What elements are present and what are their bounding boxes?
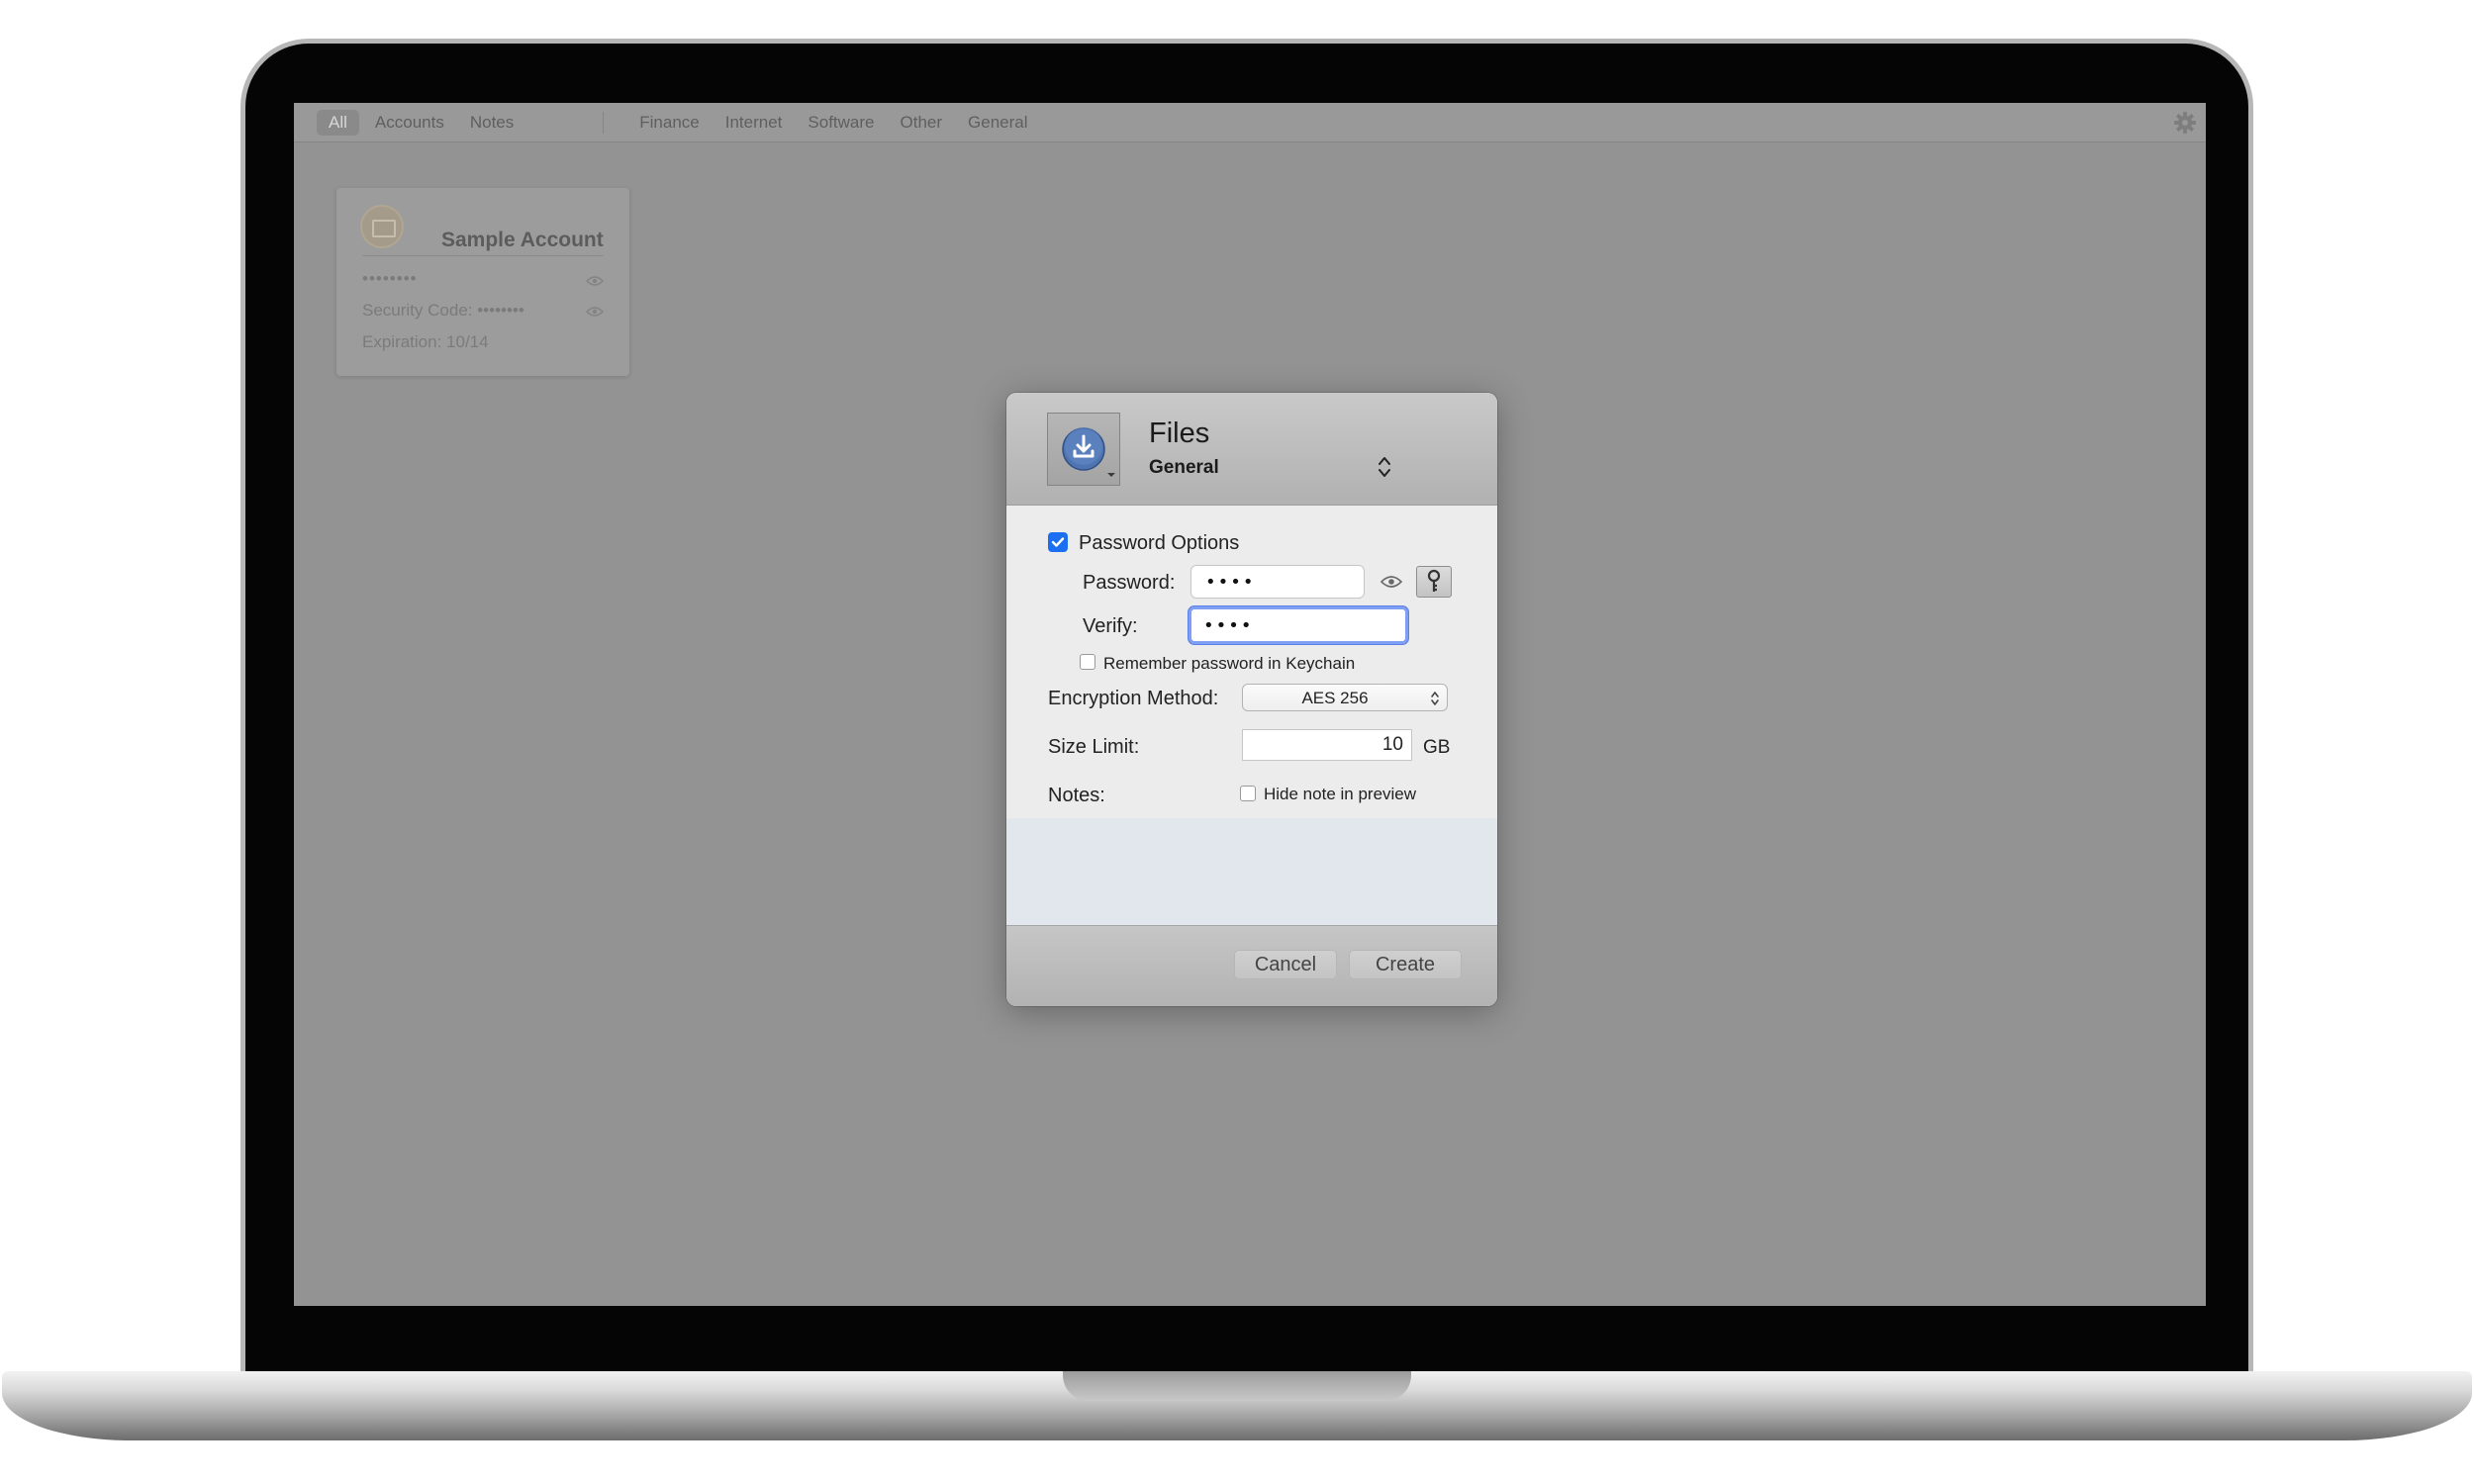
filter-toolbar: All Accounts Notes Finance Internet Soft… xyxy=(294,103,2206,142)
remember-keychain-label: Remember password in Keychain xyxy=(1103,654,1356,673)
encryption-method-value: AES 256 xyxy=(1301,689,1369,707)
gear-icon[interactable] xyxy=(2172,110,2198,136)
cancel-button[interactable]: Cancel xyxy=(1234,950,1337,979)
category-internet[interactable]: Internet xyxy=(715,110,793,136)
category-value: General xyxy=(1149,457,1219,478)
toolbar-divider xyxy=(603,111,605,134)
hide-note-label: Hide note in preview xyxy=(1264,785,1417,803)
card-divider xyxy=(362,255,604,256)
tab-notes[interactable]: Notes xyxy=(460,110,523,136)
eye-icon[interactable] xyxy=(586,306,604,318)
notes-textarea[interactable] xyxy=(1006,818,1497,925)
size-limit-field[interactable] xyxy=(1242,729,1412,761)
app-screen: All Accounts Notes Finance Internet Soft… xyxy=(294,103,2206,1306)
category-other[interactable]: Other xyxy=(891,110,953,136)
hide-note-checkbox[interactable] xyxy=(1240,786,1256,801)
password-options-label: Password Options xyxy=(1079,532,1240,554)
card-title: Sample Account xyxy=(441,229,604,251)
dialog-footer: Cancel Create xyxy=(1006,925,1497,1006)
category-general[interactable]: General xyxy=(958,110,1037,136)
card-masked-number: •••••••• xyxy=(362,269,418,288)
verify-field[interactable] xyxy=(1189,606,1408,644)
dialog-title: Files xyxy=(1149,417,1210,449)
tab-all[interactable]: All xyxy=(317,109,359,136)
size-unit: GB xyxy=(1423,737,1451,758)
new-item-dialog: Files General Password Options Password: xyxy=(1006,393,1497,1006)
card-expiration: Expiration: 10/14 xyxy=(362,332,489,351)
dialog-body: Password Options Password: Verify: Remem… xyxy=(1006,506,1497,818)
encryption-method-select[interactable]: AES 256 xyxy=(1242,684,1448,711)
download-tray-icon[interactable] xyxy=(1047,413,1120,486)
verify-label: Verify: xyxy=(1083,615,1138,637)
eye-icon[interactable] xyxy=(586,275,604,287)
password-options-checkbox[interactable] xyxy=(1048,532,1068,552)
key-icon xyxy=(1427,569,1441,592)
laptop-notch xyxy=(1063,1371,1411,1401)
notes-label: Notes: xyxy=(1048,785,1105,806)
category-finance[interactable]: Finance xyxy=(629,110,709,136)
up-down-arrows-icon xyxy=(1431,692,1439,705)
password-field[interactable] xyxy=(1190,565,1365,599)
record-card[interactable]: Sample Account •••••••• Security Code: •… xyxy=(336,188,629,376)
password-generator-button[interactable] xyxy=(1416,566,1452,598)
create-button[interactable]: Create xyxy=(1349,950,1462,979)
dialog-header: Files General xyxy=(1006,393,1497,506)
card-security-code: Security Code: •••••••• xyxy=(362,301,524,320)
credit-card-icon xyxy=(360,205,404,248)
password-label: Password: xyxy=(1083,572,1176,594)
up-down-arrows-icon xyxy=(1379,457,1390,477)
remember-keychain-checkbox[interactable] xyxy=(1080,654,1095,670)
eye-icon[interactable] xyxy=(1380,574,1402,590)
category-software[interactable]: Software xyxy=(798,110,884,136)
size-limit-label: Size Limit: xyxy=(1048,736,1140,758)
tab-accounts[interactable]: Accounts xyxy=(365,110,454,136)
encryption-method-label: Encryption Method: xyxy=(1048,688,1219,709)
